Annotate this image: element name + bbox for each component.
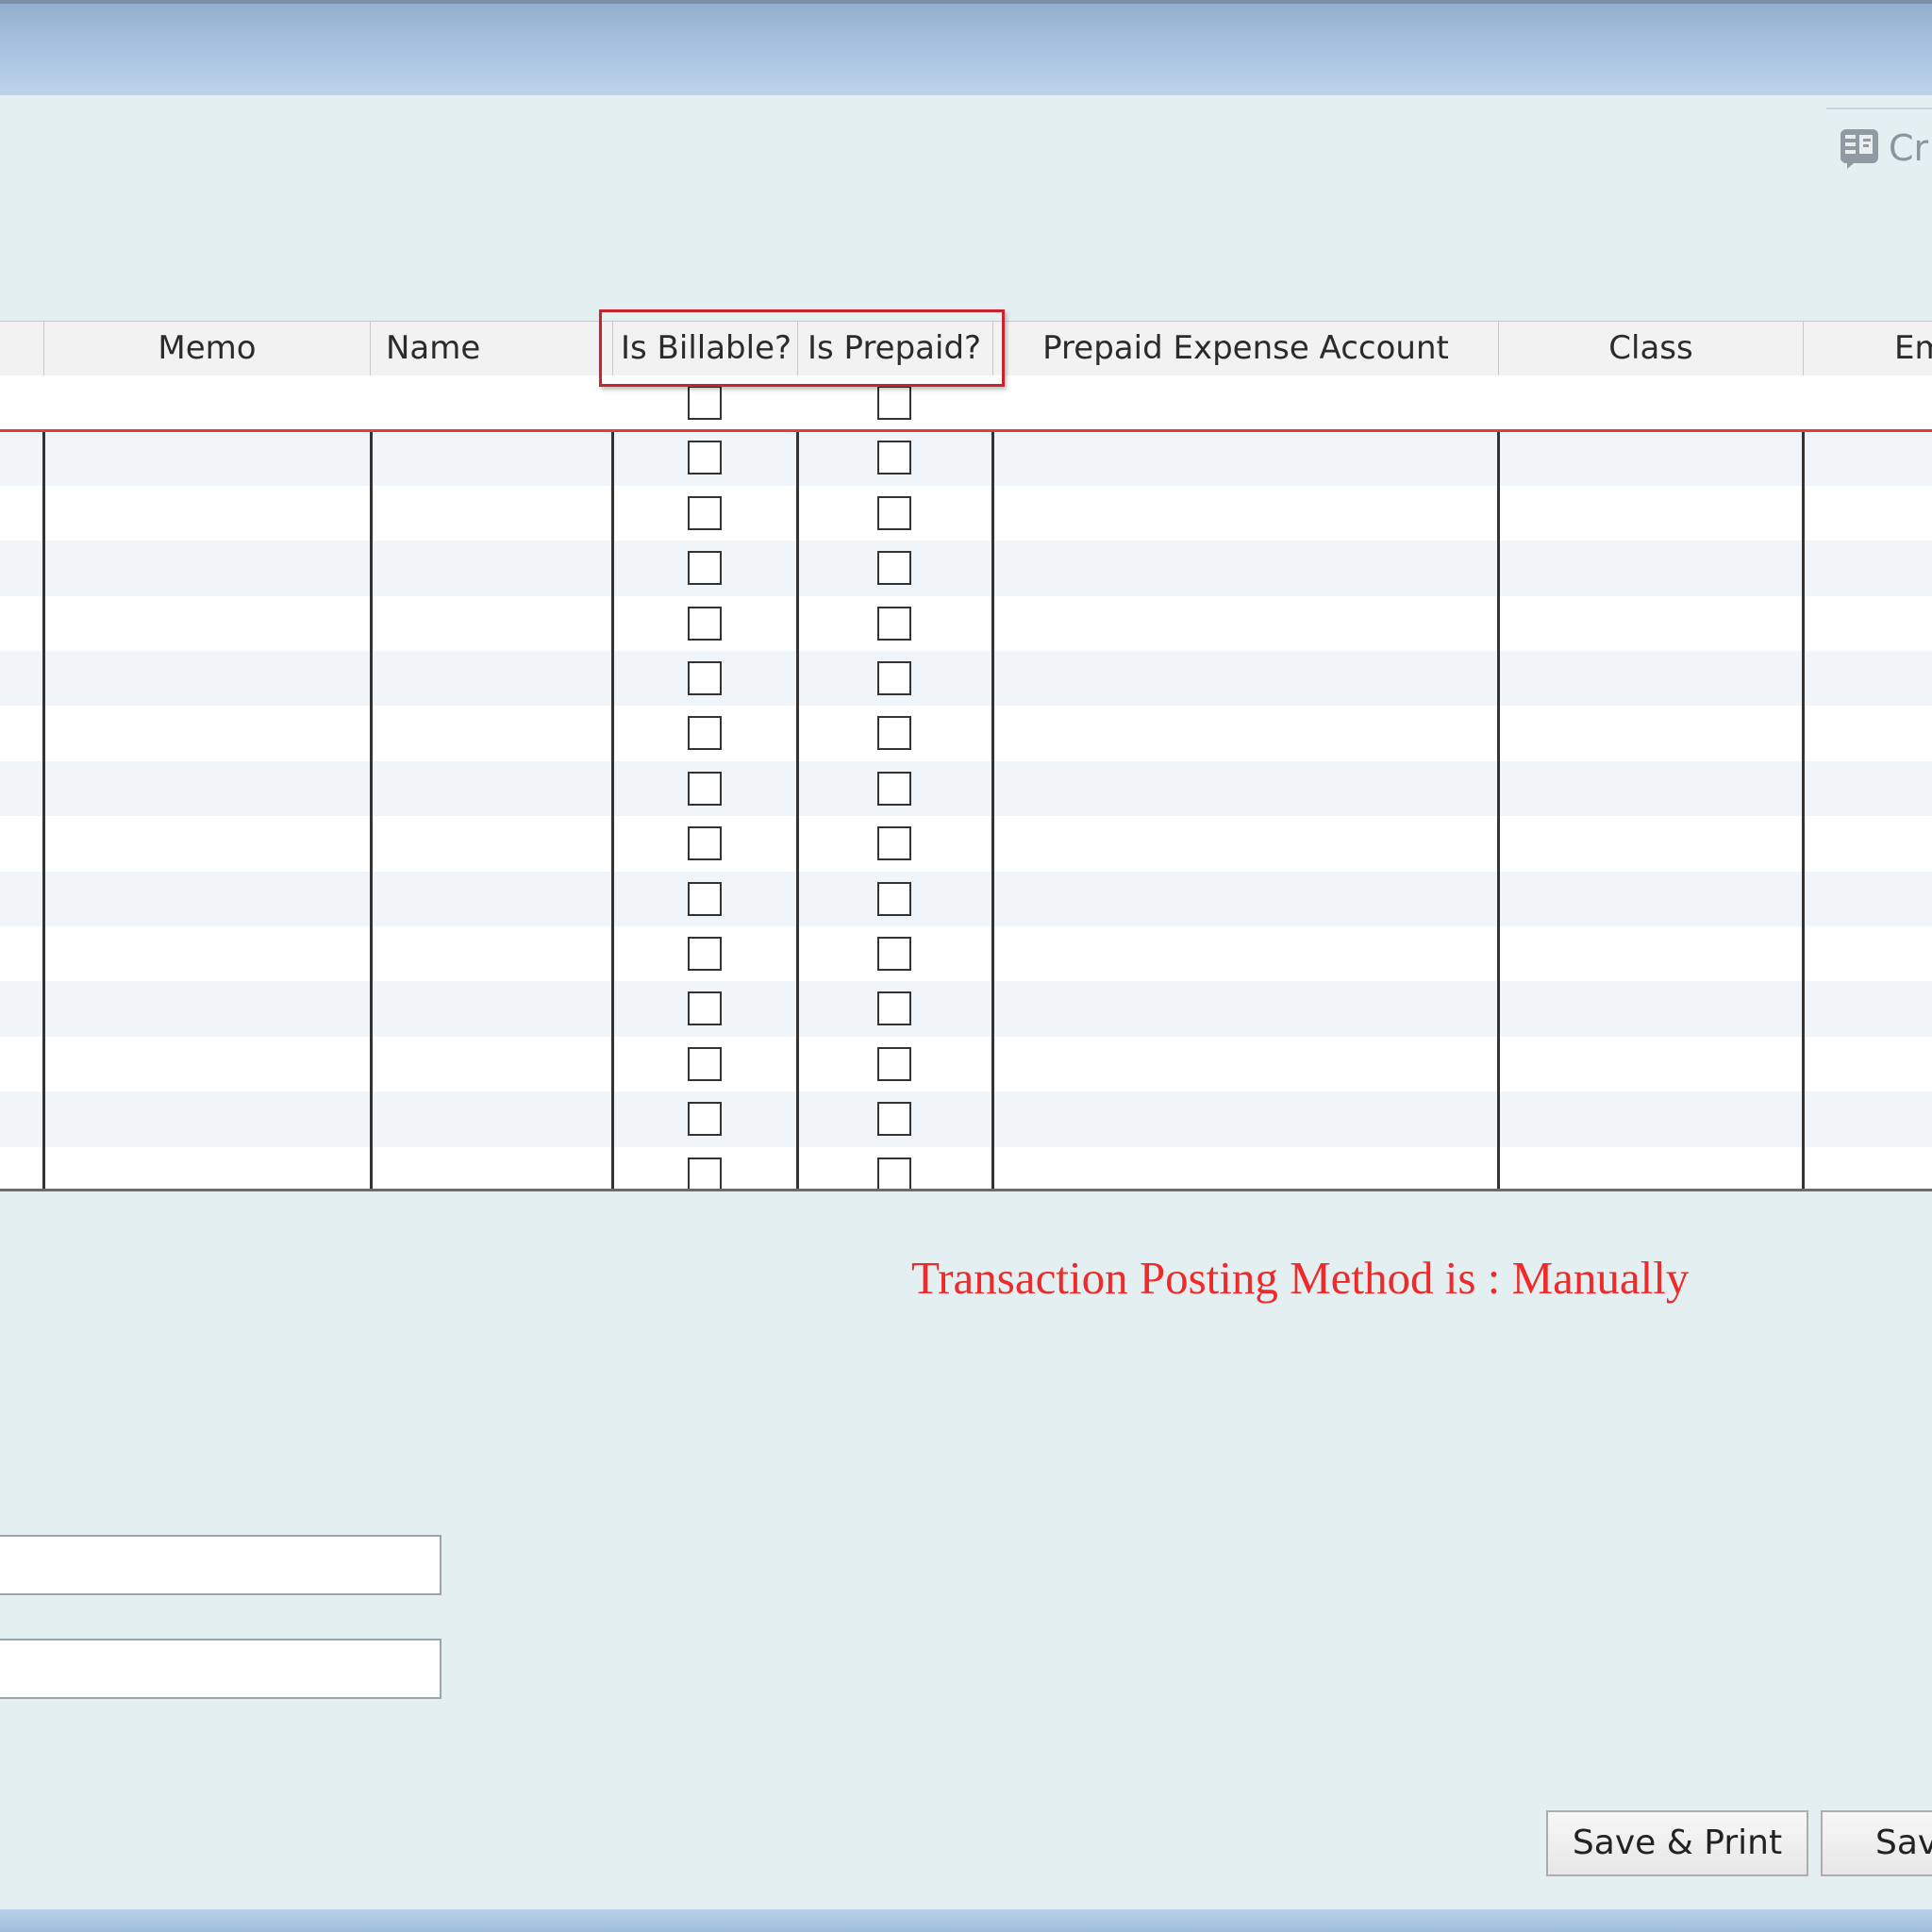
is-prepaid-checkbox[interactable]	[877, 606, 911, 641]
grid-header: Memo Name Is Billable? Is Prepaid? Prepa…	[0, 321, 1932, 376]
table-row[interactable]	[0, 816, 1932, 872]
is-prepaid-checkbox[interactable]	[877, 495, 911, 530]
is-prepaid-checkbox[interactable]	[877, 551, 911, 586]
is-billable-checkbox[interactable]	[688, 441, 722, 475]
create-button-label: Cr	[1889, 127, 1929, 169]
table-row[interactable]	[0, 760, 1932, 817]
is-prepaid-checkbox[interactable]	[877, 937, 911, 971]
save-print-button[interactable]: Save & Print	[1546, 1810, 1808, 1876]
is-billable-checkbox[interactable]	[688, 661, 722, 695]
table-row[interactable]	[0, 651, 1932, 707]
window-title-bar[interactable]	[0, 4, 1932, 95]
is-billable-checkbox[interactable]	[688, 606, 722, 641]
is-billable-checkbox[interactable]	[688, 551, 722, 586]
new-row-separator	[0, 429, 1932, 432]
table-row[interactable]	[0, 1036, 1932, 1092]
is-billable-checkbox[interactable]	[688, 771, 722, 806]
is-prepaid-checkbox[interactable]	[877, 1046, 911, 1081]
header-is-prepaid[interactable]: Is Prepaid?	[798, 322, 993, 375]
table-row[interactable]	[0, 1091, 1932, 1147]
form-icon	[1840, 129, 1878, 169]
column-divider	[991, 432, 994, 1189]
is-prepaid-checkbox[interactable]	[877, 661, 911, 695]
header-em[interactable]: Em	[1804, 322, 1932, 375]
is-billable-checkbox[interactable]	[688, 1157, 722, 1189]
column-divider	[370, 432, 373, 1189]
is-prepaid-checkbox[interactable]	[877, 1157, 911, 1189]
window-bottom-bar	[0, 1909, 1932, 1932]
grid-bottom-border	[0, 1189, 1932, 1191]
is-billable-checkbox[interactable]	[688, 716, 722, 751]
save-button[interactable]: Sav	[1821, 1810, 1932, 1876]
table-row[interactable]	[0, 981, 1932, 1037]
table-row[interactable]	[0, 871, 1932, 926]
header-class[interactable]: Class	[1499, 322, 1804, 375]
column-divider	[611, 432, 614, 1189]
table-row[interactable]	[0, 595, 1932, 651]
header-memo[interactable]: Memo	[44, 322, 371, 375]
is-prepaid-checkbox[interactable]	[877, 386, 911, 420]
column-divider	[796, 432, 799, 1189]
is-billable-checkbox[interactable]	[688, 1046, 722, 1081]
grid-body	[0, 375, 1932, 1189]
is-prepaid-checkbox[interactable]	[877, 881, 911, 916]
is-billable-checkbox[interactable]	[688, 826, 722, 861]
header-prepaid-expense-account[interactable]: Prepaid Expense Account	[993, 322, 1499, 375]
is-billable-checkbox[interactable]	[688, 991, 722, 1026]
text-field-1[interactable]	[0, 1535, 441, 1595]
header-is-billable[interactable]: Is Billable?	[613, 322, 798, 375]
is-billable-checkbox[interactable]	[688, 386, 722, 420]
header-cell-leading	[0, 322, 44, 375]
table-row[interactable]	[0, 375, 1932, 431]
column-divider	[1802, 432, 1805, 1189]
table-row[interactable]	[0, 926, 1932, 982]
toolbar-separator	[1826, 108, 1932, 109]
is-prepaid-checkbox[interactable]	[877, 771, 911, 806]
is-billable-checkbox[interactable]	[688, 881, 722, 916]
is-prepaid-checkbox[interactable]	[877, 1102, 911, 1137]
table-row[interactable]	[0, 706, 1932, 761]
column-divider	[1497, 432, 1500, 1189]
is-billable-checkbox[interactable]	[688, 937, 722, 971]
is-prepaid-checkbox[interactable]	[877, 826, 911, 861]
column-divider	[42, 432, 45, 1189]
table-row[interactable]	[0, 485, 1932, 541]
is-billable-checkbox[interactable]	[688, 495, 722, 530]
is-prepaid-checkbox[interactable]	[877, 716, 911, 751]
table-row[interactable]	[0, 1146, 1932, 1189]
text-field-2[interactable]	[0, 1639, 441, 1699]
create-button[interactable]: Cr	[1838, 125, 1928, 172]
posting-method-status: Transaction Posting Method is : Manually	[911, 1252, 1690, 1304]
is-prepaid-checkbox[interactable]	[877, 991, 911, 1026]
is-billable-checkbox[interactable]	[688, 1102, 722, 1137]
is-prepaid-checkbox[interactable]	[877, 441, 911, 475]
table-row[interactable]	[0, 430, 1932, 486]
header-name[interactable]: Name	[371, 322, 613, 375]
table-row[interactable]	[0, 541, 1932, 596]
